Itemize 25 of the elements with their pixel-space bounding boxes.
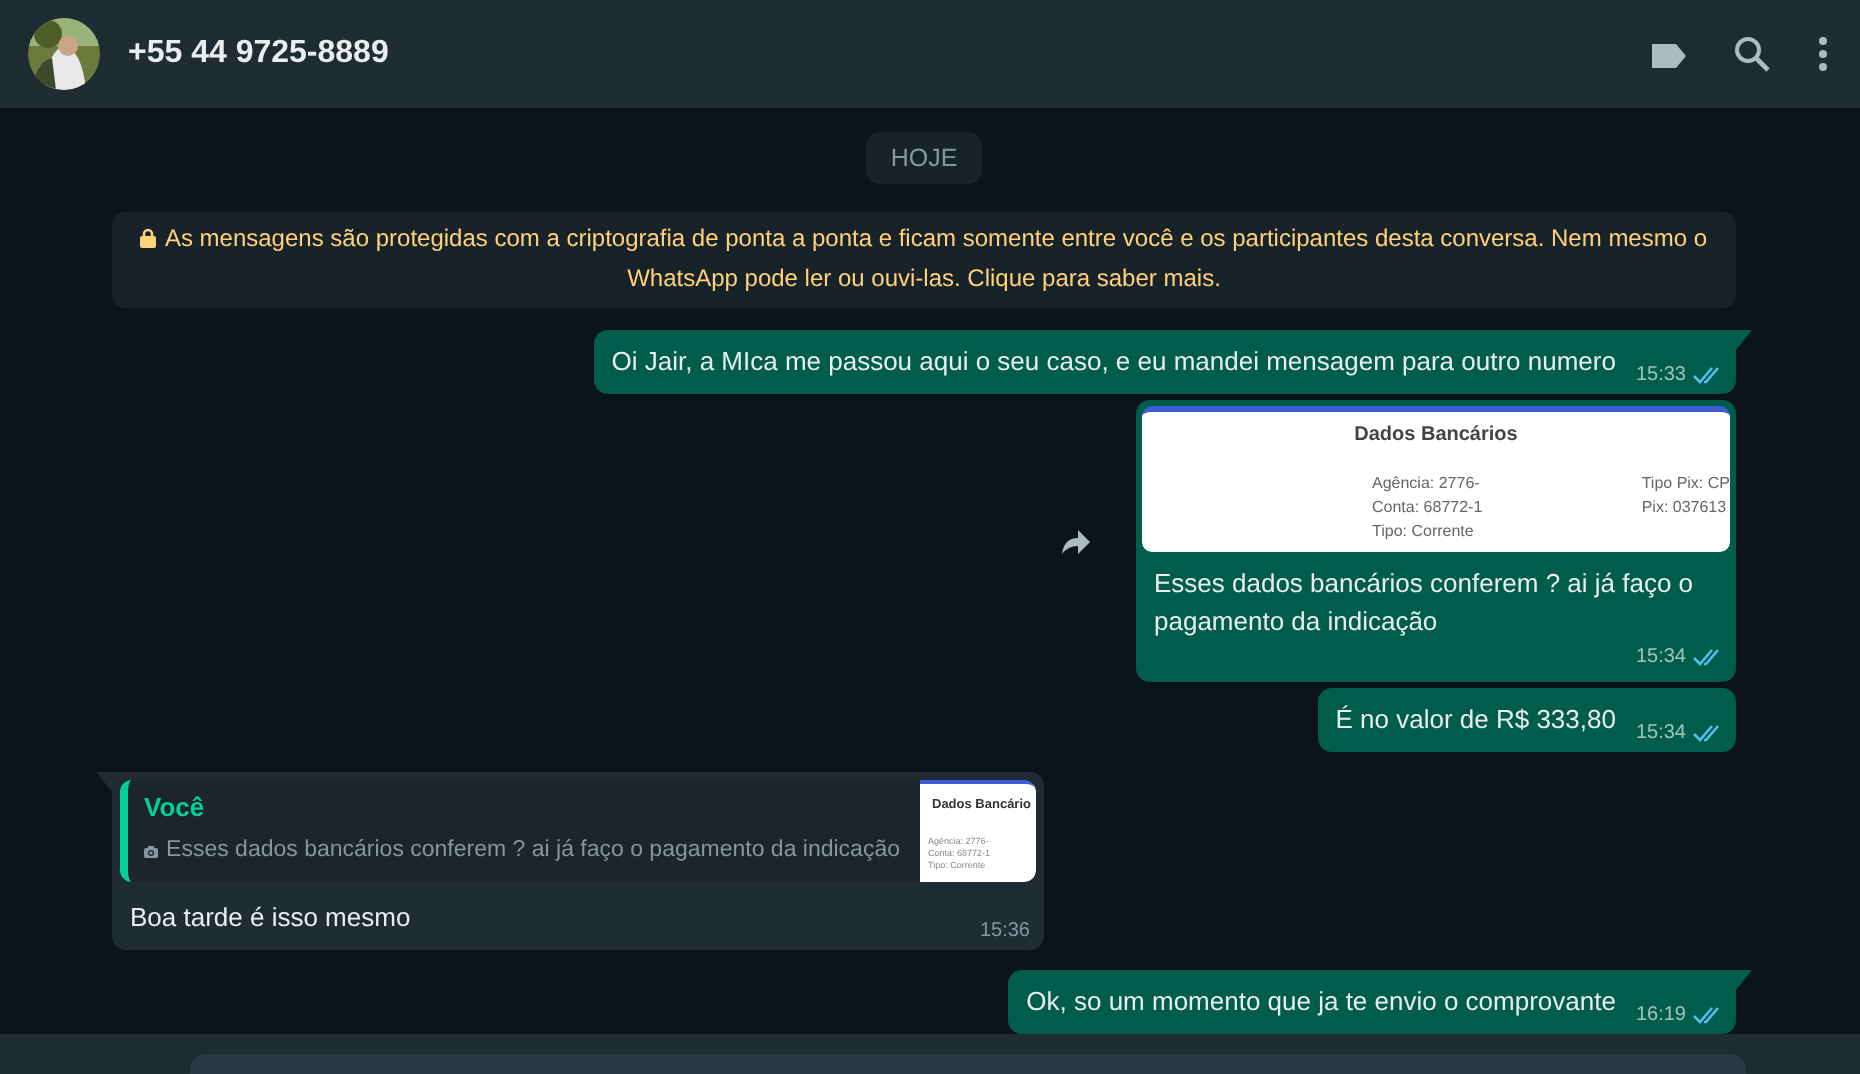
message-text: É no valor de R$ 333,80: [1335, 702, 1616, 738]
search-icon[interactable]: [1734, 36, 1770, 72]
document-image[interactable]: Dados Bancários Agência: 2776- Conta: 68772-1 Tipo: Corrente Tipo Pix: CP Pix: 037613: [1142, 406, 1730, 552]
quote-author: Você: [144, 792, 207, 824]
document-line: Agência: 2776-: [1372, 472, 1482, 496]
quote-text: Esses dados bancários conferem ? ai já faço o pagamento da indicação: [166, 836, 900, 866]
message-time: 15:36: [979, 920, 1030, 942]
label-icon[interactable]: [1650, 39, 1686, 69]
message-text: Oi Jair, a MIca me passou aqui o seu caso, e eu mandei mensagem para outro numero: [611, 344, 1616, 380]
message-time: 15:34: [1635, 722, 1686, 744]
document-line: Tipo: Corrente: [1372, 520, 1476, 544]
date-chip: HOJE: [866, 132, 982, 184]
message-time: 15:34: [1635, 646, 1686, 668]
document-line: Tipo Pix: CP: [1641, 472, 1730, 496]
message-time: 15:33: [1635, 364, 1686, 386]
encryption-notice[interactable]: As mensagens são protegidas com a criptografia de ponta a ponta e ficam somente entre você e os participantes desta conversa. Nem mesmo o WhatsApp pode ler ou ouvi-las. Clique para saber mais.: [112, 212, 1736, 308]
message-text: Boa tarde é isso mesmo: [130, 900, 411, 936]
document-line: Conta: 68772-1: [1372, 496, 1483, 520]
menu-icon[interactable]: [1818, 36, 1828, 72]
message-text: Esses dados bancários conferem ? ai já faço o pagamento da indicação: [1154, 566, 1696, 640]
document-title: Dados Bancários: [1352, 424, 1520, 448]
lock-icon: [140, 228, 157, 248]
message-time: 16:19: [1635, 1004, 1686, 1026]
message-text: Ok, so um momento que ja te envio o comprovante: [1026, 984, 1616, 1020]
document-line: Pix: 037613: [1641, 496, 1729, 520]
